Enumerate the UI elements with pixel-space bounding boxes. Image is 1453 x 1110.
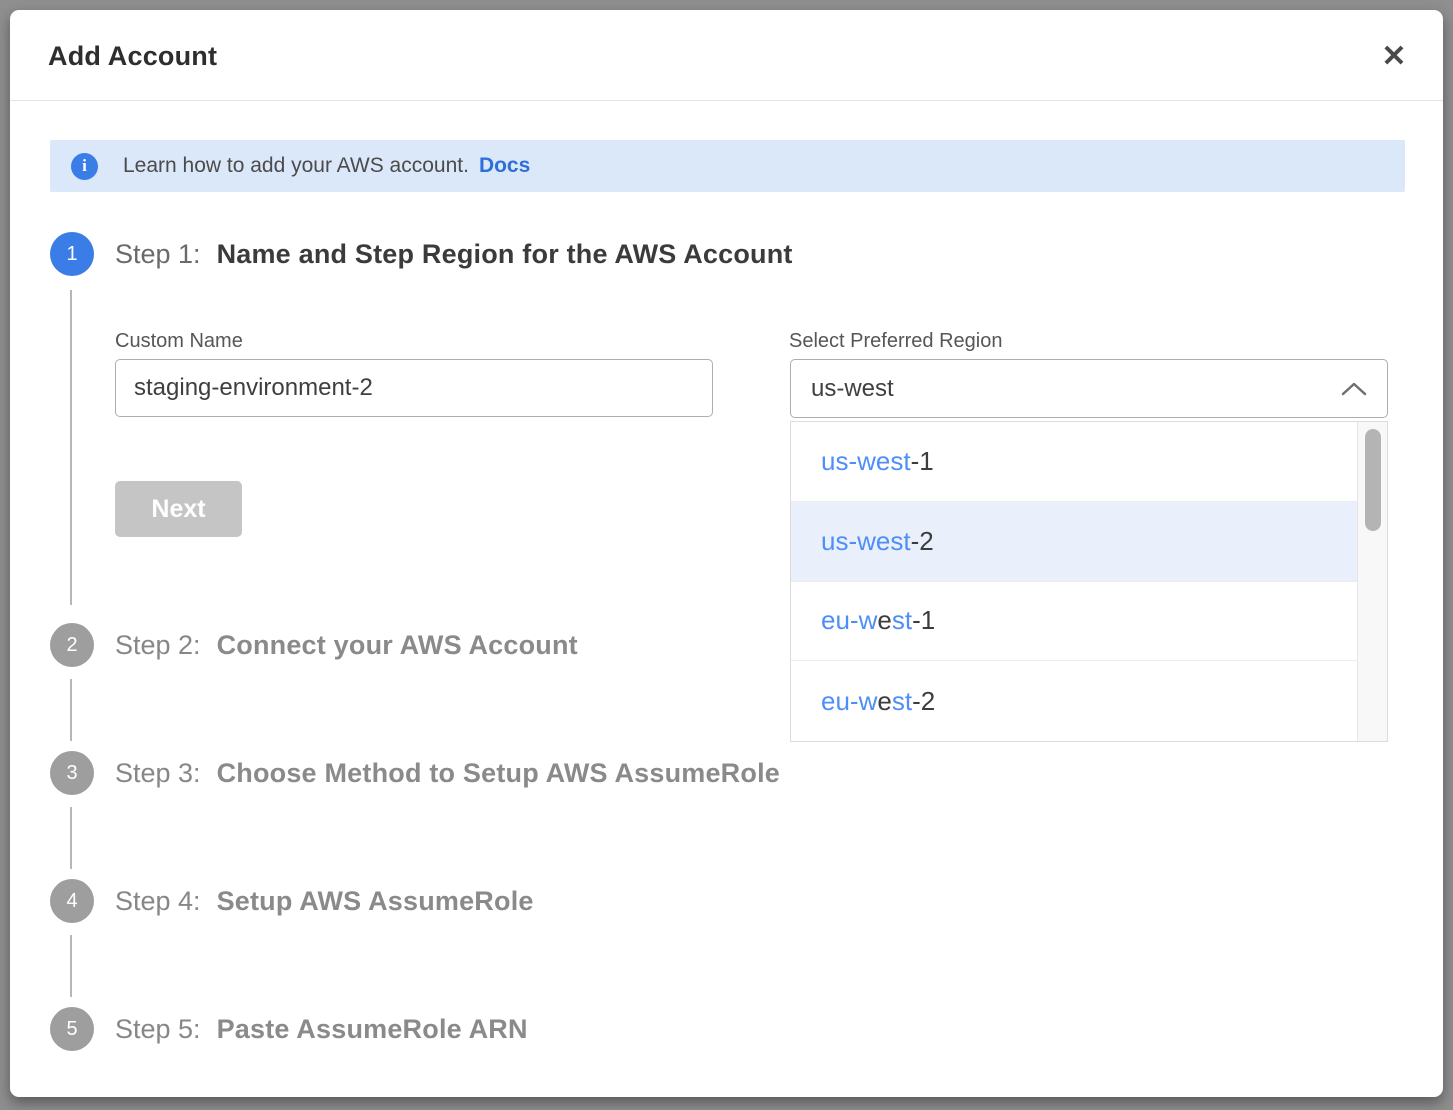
region-select-value: us-west [811, 375, 1341, 403]
region-option-us-west-1[interactable]: us-west-1 [791, 422, 1357, 502]
step-connector [70, 935, 72, 997]
custom-name-label: Custom Name [115, 330, 243, 353]
chevron-up-icon [1341, 381, 1367, 397]
step-5-label: Step 5: [115, 1014, 201, 1045]
region-option-eu-west-1[interactable]: eu-west-1 [791, 582, 1357, 662]
step-1-circle: 1 [50, 232, 94, 276]
scrollbar-thumb[interactable] [1365, 429, 1381, 531]
step-connector [70, 290, 72, 605]
step-5-circle: 5 [50, 1007, 94, 1051]
step-2-heading: Step 2: Connect your AWS Account [115, 623, 578, 667]
region-option-list: us-west-1 us-west-2 eu-west-1 eu-west-2 [791, 422, 1357, 741]
modal-title: Add Account [48, 41, 217, 72]
region-select[interactable]: us-west [790, 359, 1388, 418]
region-option-us-west-2[interactable]: us-west-2 [791, 502, 1357, 582]
docs-link[interactable]: Docs [479, 154, 530, 178]
region-option-eu-west-2[interactable]: eu-west-2 [791, 661, 1357, 741]
dropdown-scrollbar[interactable] [1357, 422, 1387, 741]
step-2-title: Connect your AWS Account [217, 630, 578, 661]
step-connector [70, 807, 72, 869]
next-button[interactable]: Next [115, 481, 242, 537]
step-3-circle: 3 [50, 751, 94, 795]
step-3-label: Step 3: [115, 758, 201, 789]
step-5-title: Paste AssumeRole ARN [217, 1014, 528, 1045]
step-2-circle: 2 [50, 623, 94, 667]
step-3-heading: Step 3: Choose Method to Setup AWS Assum… [115, 751, 780, 795]
step-4-title: Setup AWS AssumeRole [217, 886, 534, 917]
step-5-heading: Step 5: Paste AssumeRole ARN [115, 1007, 528, 1051]
docs-info-banner: i Learn how to add your AWS account. Doc… [50, 140, 1405, 192]
step-4-label: Step 4: [115, 886, 201, 917]
step-2-label: Step 2: [115, 630, 201, 661]
step-4-circle: 4 [50, 879, 94, 923]
step-4-heading: Step 4: Setup AWS AssumeRole [115, 879, 534, 923]
close-icon[interactable]: ✕ [1372, 34, 1416, 78]
step-1-heading: Step 1: Name and Step Region for the AWS… [115, 232, 793, 276]
region-label: Select Preferred Region [789, 330, 1002, 353]
banner-text: Learn how to add your AWS account. [123, 154, 469, 178]
custom-name-input[interactable] [115, 359, 713, 417]
step-1-label: Step 1: [115, 239, 201, 270]
step-1-title: Name and Step Region for the AWS Account [217, 239, 793, 270]
region-dropdown: us-west-1 us-west-2 eu-west-1 eu-west-2 [790, 421, 1388, 742]
info-icon: i [71, 153, 98, 180]
step-3-title: Choose Method to Setup AWS AssumeRole [217, 758, 780, 789]
add-account-modal: Add Account ✕ i Learn how to add your AW… [10, 10, 1443, 1097]
step-connector [70, 679, 72, 741]
header-divider [10, 100, 1443, 101]
